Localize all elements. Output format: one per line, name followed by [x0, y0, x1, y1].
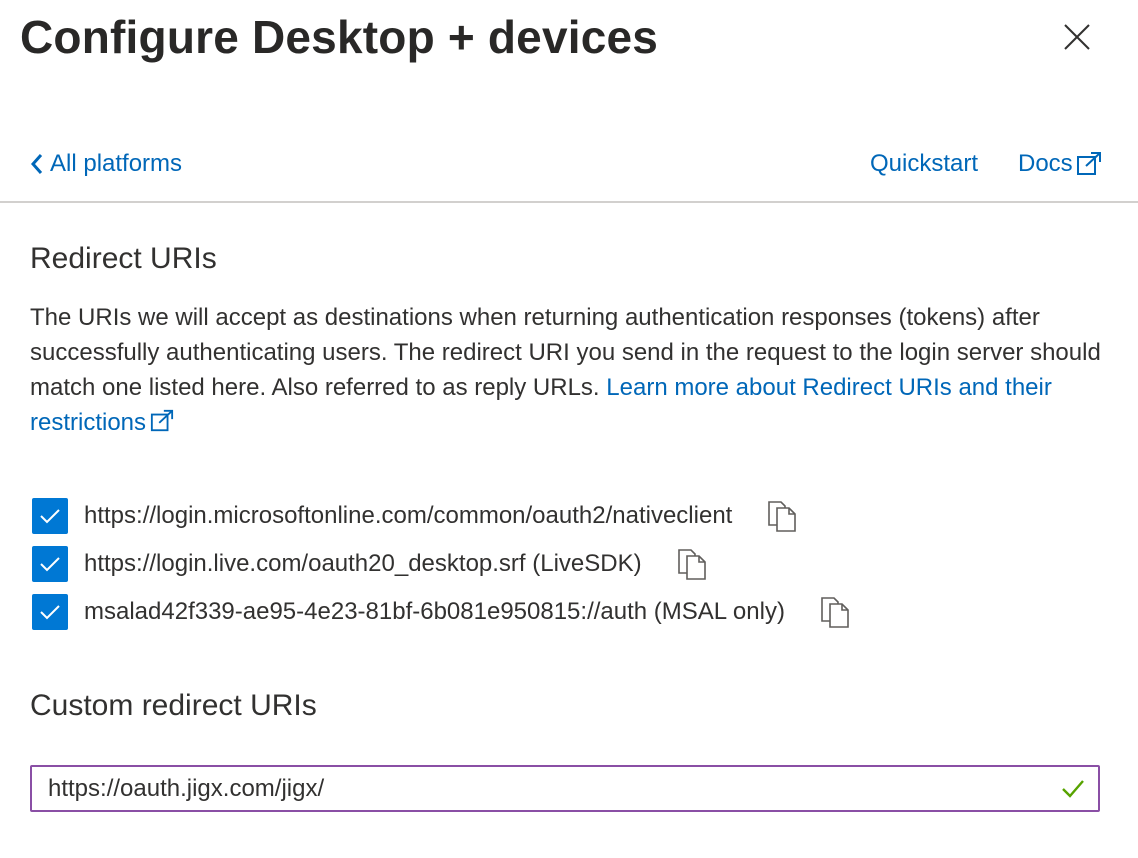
copy-button[interactable]: [817, 594, 853, 630]
uri-row: https://login.microsoftonline.com/common…: [32, 492, 853, 540]
checkmark-icon: [40, 557, 60, 572]
redirect-description: The URIs we will accept as destinations …: [30, 300, 1110, 440]
copy-icon: [768, 501, 797, 532]
copy-icon: [821, 597, 849, 628]
uri-checkbox[interactable]: [32, 498, 68, 534]
copy-button[interactable]: [674, 546, 710, 582]
checkmark-icon: [40, 605, 60, 620]
uri-checkbox[interactable]: [32, 546, 68, 582]
uri-row: https://login.live.com/oauth20_desktop.s…: [32, 540, 853, 588]
external-link-icon: [150, 409, 174, 432]
close-icon: [1064, 24, 1090, 50]
uri-checkbox[interactable]: [32, 594, 68, 630]
chevron-left-icon: [30, 154, 43, 174]
copy-icon: [677, 549, 706, 580]
custom-redirect-uris-heading: Custom redirect URIs: [30, 689, 317, 722]
uri-text: https://login.microsoftonline.com/common…: [84, 502, 733, 529]
uri-row: msalad42f339-ae95-4e23-81bf-6b081e950815…: [32, 588, 853, 636]
checkmark-valid-icon: [1062, 780, 1084, 798]
all-platforms-link[interactable]: All platforms: [30, 150, 182, 178]
uri-text: https://login.live.com/oauth20_desktop.s…: [84, 550, 642, 577]
divider: [0, 201, 1138, 203]
checkmark-icon: [40, 509, 60, 524]
all-platforms-label: All platforms: [50, 150, 183, 177]
redirect-uri-list: https://login.microsoftonline.com/common…: [32, 492, 853, 636]
close-button[interactable]: [1058, 18, 1096, 56]
custom-uri-input[interactable]: [48, 767, 1028, 810]
copy-button[interactable]: [764, 498, 800, 534]
nav-row: All platforms Quickstart Docs: [0, 140, 1138, 190]
docs-label: Docs: [1018, 150, 1073, 177]
uri-text: msalad42f339-ae95-4e23-81bf-6b081e950815…: [84, 598, 785, 625]
quickstart-link[interactable]: Quickstart: [870, 150, 978, 178]
redirect-uris-heading: Redirect URIs: [30, 242, 217, 275]
external-link-icon: [1076, 152, 1101, 175]
custom-uri-field: [30, 765, 1100, 812]
panel-title: Configure Desktop + devices: [20, 11, 659, 63]
docs-link[interactable]: Docs: [1018, 150, 1102, 178]
